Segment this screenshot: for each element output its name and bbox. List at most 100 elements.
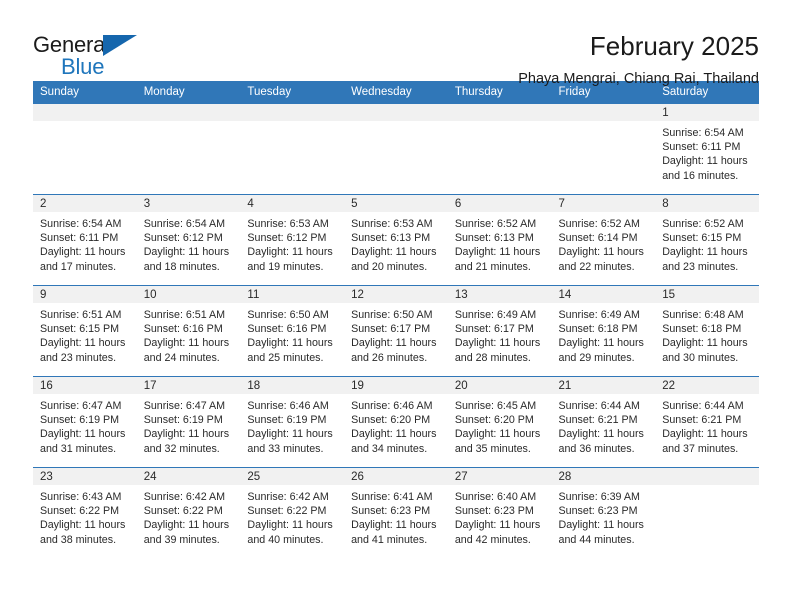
sunrise-text: Sunrise: 6:48 AM: [662, 309, 744, 321]
day-sun-info: Sunrise: 6:50 AM Sunset: 6:16 PM Daylight:…: [240, 303, 344, 365]
calendar-week-row: 9 Sunrise: 6:51 AM Sunset: 6:15 PM Daylight…: [33, 285, 759, 377]
daylight-text: Daylight: 11 hours and 22 minutes.: [558, 246, 644, 273]
day-sun-info: Sunrise: 6:45 AM Sunset: 6:20 PM Daylight:…: [448, 394, 552, 456]
weekday-header-wednesday: Wednesday: [344, 81, 448, 104]
calendar-day-cell[interactable]: 12 Sunrise: 6:50 AM Sunset: 6:17 PM Dayligh…: [344, 285, 448, 377]
calendar-day-cell[interactable]: 10 Sunrise: 6:51 AM Sunset: 6:16 PM Dayligh…: [136, 285, 241, 377]
calendar-day-cell[interactable]: 19 Sunrise: 6:46 AM Sunset: 6:20 PM Dayligh…: [344, 376, 448, 468]
calendar-day-cell[interactable]: 18 Sunrise: 6:46 AM Sunset: 6:19 PM Dayligh…: [240, 376, 345, 468]
sunrise-text: Sunrise: 6:44 AM: [558, 400, 640, 412]
daylight-text: Daylight: 11 hours and 36 minutes.: [558, 428, 644, 455]
day-number: 6: [447, 195, 552, 212]
calendar-week-row: 23 Sunrise: 6:43 AM Sunset: 6:22 PM Dayligh…: [33, 467, 759, 559]
day-number: 22: [655, 377, 759, 394]
calendar-day-cell[interactable]: 2 Sunrise: 6:54 AM Sunset: 6:11 PM Daylight…: [33, 194, 137, 286]
sunrise-text: Sunrise: 6:49 AM: [454, 309, 537, 321]
calendar-day-cell[interactable]: 25 Sunrise: 6:42 AM Sunset: 6:22 PM Dayligh…: [240, 467, 345, 559]
day-number: 10: [136, 286, 241, 303]
calendar-day-cell[interactable]: 20 Sunrise: 6:45 AM Sunset: 6:20 PM Dayligh…: [447, 376, 552, 468]
calendar-day-cell[interactable]: 24 Sunrise: 6:42 AM Sunset: 6:22 PM Dayligh…: [136, 467, 241, 559]
sunrise-text: Sunrise: 6:44 AM: [662, 400, 744, 412]
calendar-day-cell[interactable]: 14 Sunrise: 6:49 AM Sunset: 6:18 PM Dayligh…: [551, 285, 656, 377]
calendar-day-cell[interactable]: 13 Sunrise: 6:49 AM Sunset: 6:17 PM Dayligh…: [447, 285, 552, 377]
calendar-day-cell[interactable]: 11 Sunrise: 6:50 AM Sunset: 6:16 PM Dayligh…: [240, 285, 345, 377]
page-header: General Blue February 2025 Phaya Mengrai…: [33, 0, 759, 87]
sunrise-text: Sunrise: 6:52 AM: [662, 218, 744, 230]
sunset-text: Sunset: 6:16 PM: [143, 323, 223, 336]
day-sun-info: Sunrise: 6:52 AM Sunset: 6:15 PM Daylight:…: [655, 212, 759, 274]
day-sun-info: Sunrise: 6:44 AM Sunset: 6:21 PM Daylight:…: [655, 394, 759, 456]
calendar-page: General Blue February 2025 Phaya Mengrai…: [0, 0, 792, 612]
calendar-day-cell[interactable]: 5 Sunrise: 6:53 AM Sunset: 6:13 PM Daylight…: [344, 194, 448, 286]
day-number: [33, 104, 137, 121]
day-sun-info: Sunrise: 6:44 AM Sunset: 6:21 PM Daylight:…: [552, 394, 656, 456]
calendar-day-cell[interactable]: 6 Sunrise: 6:52 AM Sunset: 6:13 PM Daylight…: [447, 194, 552, 286]
calendar-day-cell[interactable]: 1 Sunrise: 6:54 AM Sunset: 6:11 PM Daylight…: [655, 103, 759, 195]
calendar-day-cell-empty: [655, 467, 759, 559]
daylight-text: Daylight: 11 hours and 21 minutes.: [454, 246, 541, 273]
sunset-text: Sunset: 6:19 PM: [40, 414, 120, 427]
general-blue-logo[interactable]: General Blue: [33, 30, 163, 86]
day-sun-info: Sunrise: 6:52 AM Sunset: 6:14 PM Daylight:…: [552, 212, 656, 274]
calendar-day-cell[interactable]: 15 Sunrise: 6:48 AM Sunset: 6:18 PM Dayligh…: [655, 285, 759, 377]
sunrise-text: Sunrise: 6:42 AM: [143, 491, 226, 503]
day-sun-info: Sunrise: 6:47 AM Sunset: 6:19 PM Daylight:…: [33, 394, 137, 456]
day-number: 11: [240, 286, 345, 303]
sunset-text: Sunset: 6:12 PM: [247, 232, 327, 245]
day-sun-info: Sunrise: 6:41 AM Sunset: 6:23 PM Daylight:…: [344, 485, 448, 547]
calendar-table: Sunday Monday Tuesday Wednesday Thursday Frid…: [33, 81, 759, 559]
day-sun-info: Sunrise: 6:42 AM Sunset: 6:22 PM Daylight:…: [137, 485, 241, 547]
sunset-text: Sunset: 6:16 PM: [247, 323, 327, 336]
daylight-text: Daylight: 11 hours and 20 minutes.: [351, 246, 437, 273]
calendar-day-cell[interactable]: 27 Sunrise: 6:40 AM Sunset: 6:23 PM Dayligh…: [447, 467, 552, 559]
calendar-week-row: 16 Sunrise: 6:47 AM Sunset: 6:19 PM Dayligh…: [33, 376, 759, 468]
day-number: 8: [655, 195, 759, 212]
day-number: 21: [551, 377, 656, 394]
day-number: 18: [240, 377, 345, 394]
day-number: [240, 104, 345, 121]
calendar-day-cell[interactable]: 21 Sunrise: 6:44 AM Sunset: 6:21 PM Dayligh…: [551, 376, 656, 468]
daylight-text: Daylight: 11 hours and 29 minutes.: [558, 337, 644, 364]
day-sun-info: Sunrise: 6:46 AM Sunset: 6:20 PM Daylight:…: [344, 394, 448, 456]
calendar-day-cell[interactable]: 4 Sunrise: 6:53 AM Sunset: 6:12 PM Daylight…: [240, 194, 345, 286]
daylight-text: Daylight: 11 hours and 40 minutes.: [247, 519, 333, 546]
sunset-text: Sunset: 6:17 PM: [454, 323, 534, 336]
daylight-text: Daylight: 11 hours and 25 minutes.: [247, 337, 333, 364]
day-number: 23: [33, 468, 137, 485]
calendar-day-cell[interactable]: 7 Sunrise: 6:52 AM Sunset: 6:14 PM Daylight…: [551, 194, 656, 286]
day-sun-info: Sunrise: 6:53 AM Sunset: 6:12 PM Daylight:…: [240, 212, 344, 274]
logo-text-blue: Blue: [61, 54, 105, 79]
daylight-text: Daylight: 11 hours and 23 minutes.: [662, 246, 748, 273]
calendar-day-cell[interactable]: 17 Sunrise: 6:47 AM Sunset: 6:19 PM Dayligh…: [136, 376, 241, 468]
calendar-day-cell[interactable]: 9 Sunrise: 6:51 AM Sunset: 6:15 PM Daylight…: [33, 285, 137, 377]
sunset-text: Sunset: 6:17 PM: [351, 323, 431, 336]
calendar-day-cell[interactable]: 23 Sunrise: 6:43 AM Sunset: 6:22 PM Dayligh…: [33, 467, 137, 559]
day-number: [655, 468, 759, 485]
sunrise-text: Sunrise: 6:43 AM: [40, 491, 122, 503]
calendar-day-cell-empty: [344, 103, 448, 195]
daylight-text: Daylight: 11 hours and 17 minutes.: [40, 246, 126, 273]
calendar-day-cell-empty: [551, 103, 656, 195]
calendar-day-cell[interactable]: 26 Sunrise: 6:41 AM Sunset: 6:23 PM Dayligh…: [344, 467, 448, 559]
calendar-day-cell[interactable]: 28 Sunrise: 6:39 AM Sunset: 6:23 PM Dayligh…: [551, 467, 656, 559]
calendar-day-cell[interactable]: 3 Sunrise: 6:54 AM Sunset: 6:12 PM Daylight…: [136, 194, 241, 286]
sunrise-text: Sunrise: 6:42 AM: [247, 491, 329, 503]
calendar-day-cell[interactable]: 22 Sunrise: 6:44 AM Sunset: 6:21 PM Dayligh…: [655, 376, 759, 468]
sunset-text: Sunset: 6:15 PM: [662, 232, 742, 245]
sunrise-text: Sunrise: 6:52 AM: [454, 218, 537, 230]
calendar-day-cell[interactable]: 16 Sunrise: 6:47 AM Sunset: 6:19 PM Dayligh…: [33, 376, 137, 468]
sunrise-text: Sunrise: 6:51 AM: [40, 309, 122, 321]
daylight-text: Daylight: 11 hours and 32 minutes.: [143, 428, 230, 455]
weekday-header-tuesday: Tuesday: [240, 81, 345, 104]
day-sun-info: Sunrise: 6:50 AM Sunset: 6:17 PM Daylight:…: [344, 303, 448, 365]
day-number: 13: [447, 286, 552, 303]
daylight-text: Daylight: 11 hours and 16 minutes.: [662, 155, 748, 182]
calendar-day-cell-empty: [33, 103, 137, 195]
daylight-text: Daylight: 11 hours and 39 minutes.: [143, 519, 230, 546]
calendar-day-cell[interactable]: 8 Sunrise: 6:52 AM Sunset: 6:15 PM Daylight…: [655, 194, 759, 286]
day-number: 28: [551, 468, 656, 485]
sunrise-text: Sunrise: 6:40 AM: [454, 491, 537, 503]
sunrise-text: Sunrise: 6:47 AM: [143, 400, 226, 412]
sunset-text: Sunset: 6:12 PM: [143, 232, 223, 245]
day-number: 12: [344, 286, 448, 303]
